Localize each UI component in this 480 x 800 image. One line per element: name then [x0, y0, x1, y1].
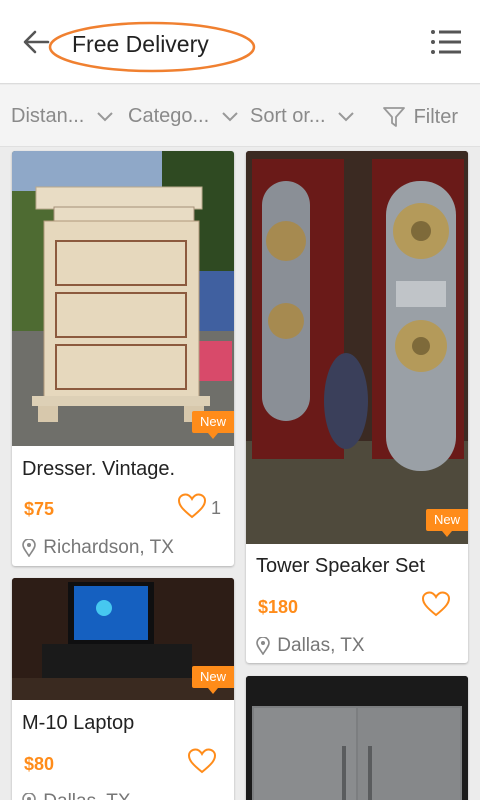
- like-count: 1: [211, 498, 222, 518]
- chevron-down-icon: [338, 112, 354, 122]
- location-text: Dallas, TX: [43, 791, 130, 800]
- distance-label: Distan...: [11, 105, 85, 128]
- page-title-area: Free Delivery: [48, 21, 256, 73]
- funnel-icon: [383, 107, 405, 127]
- listing-title: M-10 Laptop: [22, 712, 135, 734]
- new-badge: New: [191, 666, 234, 694]
- new-badge: New: [191, 411, 234, 439]
- listing-card[interactable]: [246, 676, 468, 800]
- page-title: Free Delivery: [72, 31, 209, 57]
- new-badge: New: [425, 509, 468, 537]
- listing-card[interactable]: New Dresser. Vintage. $75 1 Richardson, …: [12, 151, 234, 566]
- filter-button[interactable]: Filter: [382, 105, 458, 131]
- listing-photo-speakers: [246, 151, 468, 544]
- listing-location: Dallas, TX: [22, 791, 131, 800]
- heart-icon[interactable]: [188, 748, 216, 774]
- sort-dropdown[interactable]: Sort or...: [250, 105, 355, 131]
- listing-photo-dresser: [12, 151, 234, 446]
- listing-location: Dallas, TX: [256, 635, 365, 657]
- filter-label: Filter: [413, 105, 459, 128]
- listing-title: Tower Speaker Set: [256, 555, 425, 577]
- map-pin-icon: [22, 793, 36, 800]
- filter-bar: Distan... Catego... Sort or... Filter: [0, 85, 480, 147]
- listing-card[interactable]: New Tower Speaker Set $180 Dallas, TX: [246, 151, 468, 663]
- category-dropdown[interactable]: Catego...: [128, 105, 239, 131]
- listing-title: Dresser. Vintage.: [22, 458, 176, 480]
- distance-dropdown[interactable]: Distan...: [11, 105, 114, 131]
- heart-icon[interactable]: [422, 591, 450, 617]
- map-pin-icon: [22, 539, 36, 557]
- listing-price: $80: [24, 754, 55, 774]
- list-menu-icon[interactable]: [430, 28, 462, 56]
- listing-price: $180: [258, 597, 299, 617]
- listing-card[interactable]: New M-10 Laptop $80 Dallas, TX: [12, 578, 234, 800]
- location-text: Dallas, TX: [277, 635, 365, 656]
- category-label: Catego...: [128, 105, 210, 128]
- chevron-down-icon: [97, 112, 113, 122]
- top-app-bar: Free Delivery: [0, 0, 480, 84]
- sort-label: Sort or...: [250, 105, 326, 128]
- location-text: Richardson, TX: [43, 537, 174, 558]
- listing-price: $75: [24, 499, 55, 519]
- listing-location: Richardson, TX: [22, 537, 174, 559]
- map-pin-icon: [256, 637, 270, 655]
- listing-photo-cabinet: [246, 676, 468, 800]
- heart-icon[interactable]: [178, 493, 206, 519]
- chevron-down-icon: [222, 112, 238, 122]
